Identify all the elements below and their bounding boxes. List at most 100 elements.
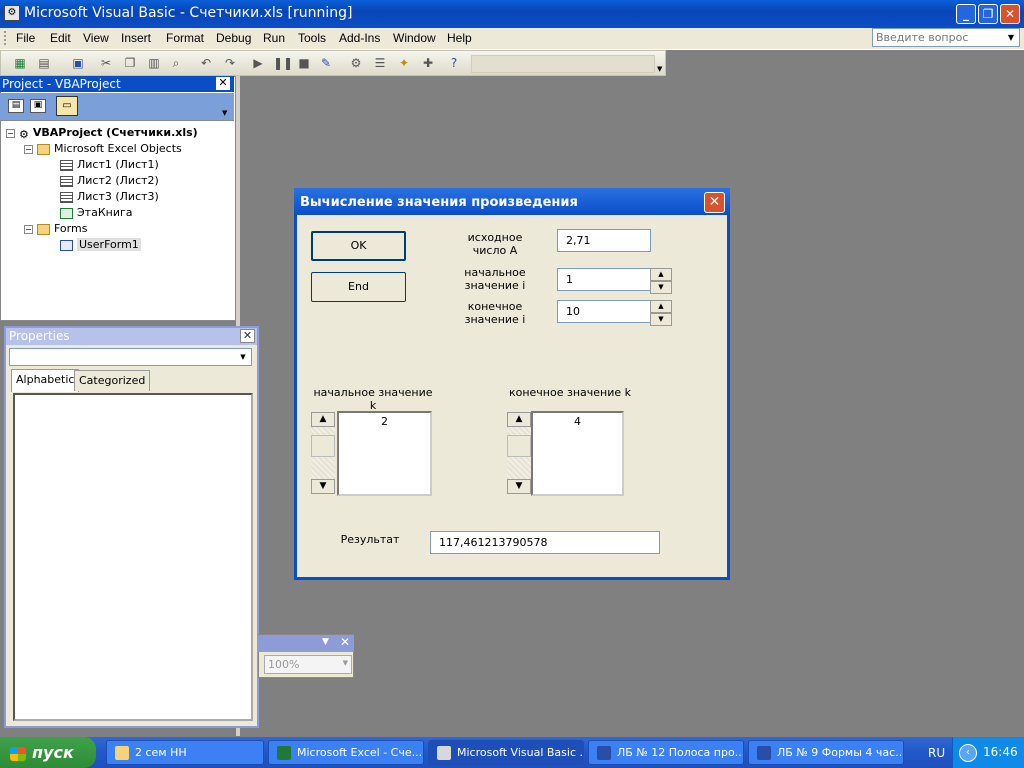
i-start-spin-up[interactable]: ▲ (650, 268, 672, 281)
menu-format[interactable]: Format (166, 31, 204, 45)
run-icon[interactable]: ▶ (249, 55, 267, 71)
tab-categorized[interactable]: Categorized (74, 370, 151, 391)
close-icon[interactable]: ✕ (240, 329, 255, 343)
i-end-spin-down[interactable]: ▼ (650, 313, 672, 326)
k-end-list[interactable]: 4 (531, 411, 624, 496)
k-start-scroll-track[interactable] (311, 427, 335, 479)
menu-addins[interactable]: Add-Ins (339, 31, 380, 45)
close-icon[interactable]: ✕ (216, 77, 230, 90)
i-end-spin-up[interactable]: ▲ (650, 300, 672, 313)
menu-debug[interactable]: Debug (216, 31, 251, 45)
ok-button[interactable]: OK (311, 231, 406, 261)
close-button[interactable]: ✕ (1000, 4, 1020, 24)
tree-sheet-2-label: Лист2 (Лист2) (77, 174, 159, 187)
result-output[interactable]: 117,461213790578 (430, 531, 660, 554)
tab-alphabetic[interactable]: Alphabetic (11, 369, 80, 392)
start-button[interactable]: пуск (0, 737, 96, 768)
find-icon[interactable]: ⌕ (167, 55, 185, 71)
task-folder[interactable]: 2 сем НН (106, 740, 264, 765)
i-end-label-line-2: значение i (464, 313, 526, 326)
task-word-9[interactable]: ЛБ № 9 Формы 4 час... (748, 740, 904, 765)
collapse-icon[interactable]: − (6, 129, 15, 138)
tree-sheet-3-label: Лист3 (Лист3) (77, 190, 159, 203)
k-start-list[interactable]: 2 (337, 411, 432, 496)
copy-icon[interactable]: ❐ (121, 55, 139, 71)
k-end-scroll-down[interactable]: ▼ (507, 479, 531, 494)
save-icon[interactable]: ▣ (69, 55, 87, 71)
redo-icon[interactable]: ↷ (221, 55, 239, 71)
menu-run[interactable]: Run (263, 31, 285, 45)
k-start-scroll-down[interactable]: ▼ (311, 479, 335, 494)
toolbar-options-icon[interactable]: ▼ (657, 65, 665, 73)
k-start-scroll-thumb[interactable] (311, 435, 335, 457)
window-title: Microsoft Visual Basic - Счетчики.xls [r… (24, 5, 353, 21)
task-word-9-label: ЛБ № 9 Формы 4 час... (777, 746, 904, 759)
design-mode-icon[interactable]: ✎ (317, 55, 335, 71)
tree-forms[interactable]: − Forms (24, 222, 87, 235)
tree-sheet-3[interactable]: Лист3 (Лист3) (60, 190, 159, 203)
menu-edit[interactable]: Edit (50, 31, 71, 45)
object-browser-icon[interactable]: ✦ (395, 55, 413, 71)
i-start-label: начальное значение i (455, 266, 535, 292)
k-start-scroll-up[interactable]: ▲ (311, 412, 335, 427)
menu-help[interactable]: Help (447, 31, 472, 45)
toolbox-icon[interactable]: ✚ (419, 55, 437, 71)
task-excel[interactable]: Microsoft Excel - Сче... (268, 740, 424, 765)
tree-workbook[interactable]: ЭтаКнига (60, 206, 133, 219)
vb-app-icon[interactable]: ⚙ (4, 5, 20, 21)
view-code-icon[interactable]: ▤ (8, 99, 24, 113)
minimize-button[interactable]: _ (956, 4, 976, 24)
break-icon[interactable]: ❚❚ (273, 55, 293, 71)
toolbar-options-icon[interactable]: ▼ (222, 109, 227, 117)
menu-tools[interactable]: Tools (298, 31, 326, 45)
tree-root[interactable]: − ⚙ VBAProject (Счетчики.xls) (6, 126, 198, 141)
task-vb[interactable]: Microsoft Visual Basic ... (428, 740, 584, 765)
menu-grip[interactable] (4, 31, 7, 45)
end-button[interactable]: End (311, 272, 406, 302)
insert-userform-icon[interactable]: ▤ (35, 55, 53, 71)
result-label: Результат (340, 533, 400, 546)
restore-button[interactable]: ❐ (978, 4, 998, 24)
menu-window[interactable]: Window (393, 31, 436, 45)
chevron-down-icon[interactable]: ▼ (343, 659, 348, 667)
chevron-down-icon[interactable]: ▼ (322, 637, 329, 647)
project-explorer-icon[interactable]: ⚙ (347, 55, 365, 71)
collapse-icon[interactable]: − (24, 145, 33, 154)
menu-file[interactable]: File (16, 31, 35, 45)
tree-excel-objects[interactable]: − Microsoft Excel Objects (24, 142, 182, 155)
chevron-down-icon[interactable]: ▼ (1005, 30, 1017, 45)
toggle-folders-icon[interactable]: ▭ (56, 96, 78, 116)
tree-userform[interactable]: UserForm1 (60, 238, 141, 251)
language-indicator[interactable]: RU (928, 746, 945, 760)
close-icon[interactable]: ✕ (704, 192, 725, 213)
tree-sheet-1[interactable]: Лист1 (Лист1) (60, 158, 159, 171)
collapse-icon[interactable]: − (24, 225, 33, 234)
help-icon[interactable]: ? (445, 55, 463, 71)
a-input[interactable]: 2,71 (557, 229, 651, 252)
word-icon (597, 746, 611, 760)
i-start-spin-down[interactable]: ▼ (650, 281, 672, 294)
chevron-left-icon[interactable]: ‹ (959, 744, 977, 762)
i-start-input[interactable]: 1 (557, 268, 651, 291)
tree-sheet-2[interactable]: Лист2 (Лист2) (60, 174, 159, 187)
excel-icon[interactable]: ▦ (11, 55, 29, 71)
view-object-icon[interactable]: ▣ (30, 99, 46, 113)
k-end-scroll-thumb[interactable] (507, 435, 531, 457)
undo-icon[interactable]: ↶ (197, 55, 215, 71)
k-end-scroll-up[interactable]: ▲ (507, 412, 531, 427)
i-end-input[interactable]: 10 (557, 300, 651, 323)
chevron-down-icon[interactable]: ▼ (237, 351, 249, 363)
k-end-scroll-track[interactable] (507, 427, 531, 479)
task-word-12[interactable]: ЛБ № 12 Полоса про... (588, 740, 744, 765)
menu-insert[interactable]: Insert (121, 31, 151, 45)
menu-view[interactable]: View (83, 31, 109, 45)
properties-window-icon[interactable]: ☰ (371, 55, 389, 71)
cut-icon[interactable]: ✂ (97, 55, 115, 71)
zoom-select[interactable]: 100% ▼ (264, 655, 352, 674)
ask-question-input[interactable]: Введите вопрос ▼ (872, 28, 1020, 47)
close-icon[interactable]: ✕ (340, 635, 350, 649)
reset-icon[interactable]: ■ (295, 55, 313, 71)
properties-grid[interactable] (13, 393, 253, 721)
paste-icon[interactable]: ▥ (145, 55, 163, 71)
object-selector[interactable]: ▼ (9, 348, 252, 366)
